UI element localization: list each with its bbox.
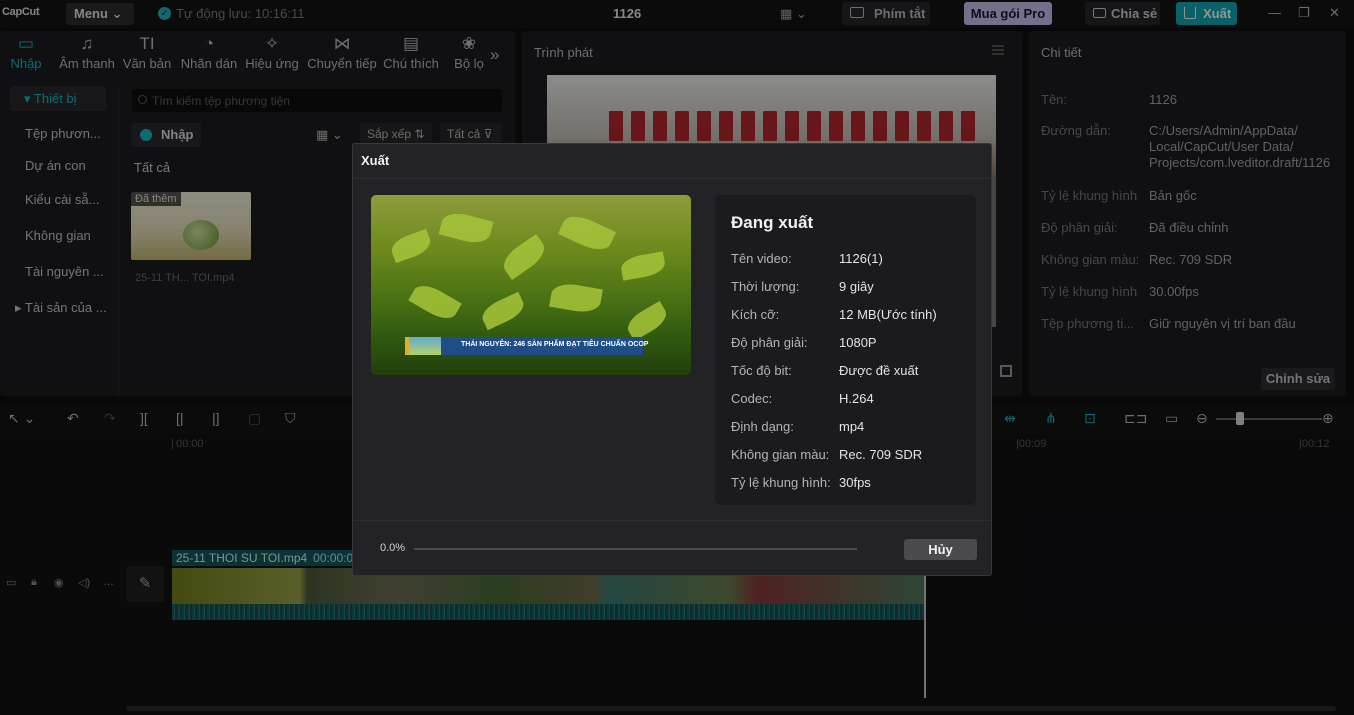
ticker-text: THÁI NGUYÊN: 246 SẢN PHẨM ĐẠT TIÊU CHUẨN… [461,341,649,348]
info-label: Thời lượng: [731,279,800,294]
leaf-shape [388,228,434,264]
info-value: 30fps [839,475,871,490]
info-label: Tên video: [731,251,792,266]
export-progress-text: 0.0% [380,542,406,554]
export-preview-image: THÁI NGUYÊN: 246 SẢN PHẨM ĐẠT TIÊU CHUẨN… [371,195,691,375]
info-label: Tỷ lệ khung hình: [731,475,831,490]
leaf-shape [498,233,550,281]
leaf-shape [549,280,603,316]
info-label: Định dạng: [731,419,794,434]
export-status-heading: Đang xuất [731,213,814,232]
info-value: 9 giây [839,279,874,294]
news-ticker: THÁI NGUYÊN: 246 SẢN PHẨM ĐẠT TIÊU CHUẨN… [405,337,648,355]
leaf-shape [478,291,528,331]
leaf-shape [408,279,462,325]
dialog-divider [353,520,991,521]
info-label: Codec: [731,391,773,406]
info-value: 1080P [839,335,877,350]
export-progress-bar [414,548,857,550]
info-value: Rec. 709 SDR [839,447,923,462]
info-value: mp4 [839,419,865,434]
cancel-export-button[interactable]: Hủy [904,539,977,560]
dialog-title: Xuất [361,153,390,168]
dialog-divider [353,178,991,179]
info-label: Kích cỡ: [731,307,780,322]
info-value: H.264 [839,391,874,406]
ticker-logo [409,337,441,355]
leaf-shape [623,300,671,342]
export-info-box: Đang xuất Tên video: 1126(1) Thời lượng:… [715,195,976,505]
info-label: Độ phân giải: [731,335,808,350]
info-value: 1126(1) [839,251,883,266]
info-label: Tốc độ bit: [731,363,792,378]
export-dialog: Xuất THÁI NGUYÊN: 246 SẢN PHẨM ĐẠT TIÊU … [352,143,992,576]
info-value: Được đề xuất [839,363,919,378]
info-label: Không gian màu: [731,447,830,462]
leaf-shape [557,210,617,256]
leaf-shape [438,208,494,248]
leaf-shape [619,251,667,281]
info-value: 12 MB(Ước tính) [839,307,937,322]
